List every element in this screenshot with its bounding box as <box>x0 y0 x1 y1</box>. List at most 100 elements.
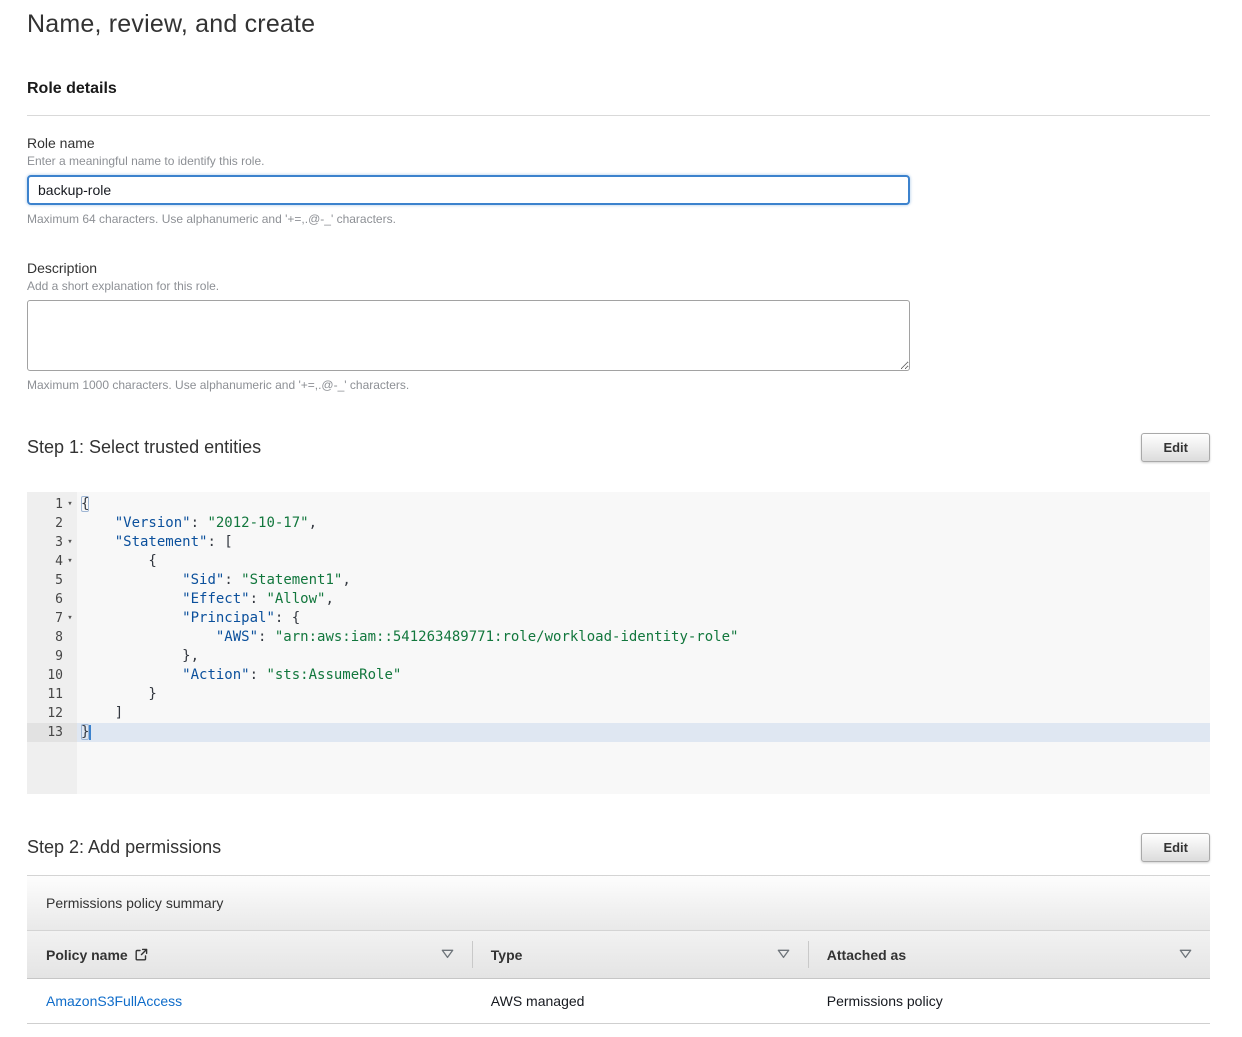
role-name-hint: Maximum 64 characters. Use alphanumeric … <box>27 212 1210 226</box>
step2-edit-button[interactable]: Edit <box>1141 833 1210 862</box>
filter-dropdown-icon[interactable] <box>1179 946 1192 964</box>
role-name-field-group: Role name Enter a meaningful name to ide… <box>27 135 1210 226</box>
code-line[interactable]: { <box>77 552 1210 571</box>
policy-name-column-label: Policy name <box>46 947 128 963</box>
fold-spacer <box>63 628 77 647</box>
type-cell: AWS managed <box>472 979 808 1023</box>
json-punctuation <box>81 629 216 645</box>
fold-caret-icon[interactable]: ▾ <box>63 495 77 514</box>
json-punctuation: : <box>258 629 275 645</box>
line-number: 6 <box>55 590 63 609</box>
code-line[interactable]: "Effect": "Allow", <box>77 590 1210 609</box>
json-key: "Principal" <box>182 610 275 626</box>
fold-spacer <box>63 685 77 704</box>
code-line[interactable]: "Principal": { <box>77 609 1210 628</box>
json-key: "Effect" <box>182 591 249 607</box>
code-line[interactable]: "Statement": [ <box>77 533 1210 552</box>
role-name-label: Role name <box>27 135 1210 151</box>
code-line[interactable]: }, <box>77 647 1210 666</box>
line-number: 11 <box>47 685 63 704</box>
policy-table-header: Policy name Type <box>27 931 1210 979</box>
attached-as-column-label: Attached as <box>827 947 906 963</box>
json-punctuation <box>81 572 182 588</box>
json-punctuation: : [ <box>207 534 232 550</box>
name-review-create-page: Name, review, and create Role details Ro… <box>0 0 1242 1024</box>
gutter-line: 12 <box>27 704 77 723</box>
type-column-label: Type <box>491 947 523 963</box>
filter-dropdown-icon[interactable] <box>441 946 454 964</box>
json-string: "2012-10-17" <box>207 515 308 531</box>
policy-name-column-header[interactable]: Policy name <box>27 931 472 978</box>
step2-heading: Step 2: Add permissions <box>27 837 221 858</box>
line-number: 2 <box>55 514 63 533</box>
json-punctuation: : <box>191 515 208 531</box>
json-string: "arn:aws:iam::541263489771:role/workload… <box>275 629 739 645</box>
line-number: 10 <box>47 666 63 685</box>
permissions-panel-title: Permissions policy summary <box>46 895 223 911</box>
step2-header-row: Step 2: Add permissions Edit <box>27 833 1210 862</box>
role-details-heading: Role details <box>27 80 1210 98</box>
table-row: AmazonS3FullAccess AWS managed Permissio… <box>27 979 1210 1024</box>
json-punctuation <box>81 667 182 683</box>
fold-caret-icon[interactable]: ▾ <box>63 533 77 552</box>
code-line[interactable]: { <box>77 495 1210 514</box>
description-hint: Maximum 1000 characters. Use alphanumeri… <box>27 378 1210 392</box>
role-name-helper: Enter a meaningful name to identify this… <box>27 154 1210 168</box>
line-number: 5 <box>55 571 63 590</box>
type-column-header[interactable]: Type <box>472 931 808 978</box>
permissions-panel-header: Permissions policy summary <box>27 876 1210 931</box>
json-punctuation: } <box>81 724 89 740</box>
code-line[interactable]: } <box>77 685 1210 704</box>
attached-as-column-header[interactable]: Attached as <box>808 931 1210 978</box>
filter-dropdown-icon[interactable] <box>777 946 790 964</box>
description-textarea[interactable] <box>27 300 910 371</box>
gutter-line: 13 <box>27 723 77 742</box>
json-key: "AWS" <box>216 629 258 645</box>
code-line[interactable]: } <box>77 723 1210 742</box>
json-punctuation: , <box>342 572 350 588</box>
description-label: Description <box>27 260 1210 276</box>
trust-policy-editor[interactable]: 1▾23▾4▾567▾8910111213 { "Version": "2012… <box>27 492 1210 794</box>
line-number: 8 <box>55 628 63 647</box>
policy-name-link[interactable]: AmazonS3FullAccess <box>46 993 182 1009</box>
gutter-line: 9 <box>27 647 77 666</box>
code-line[interactable]: "Version": "2012-10-17", <box>77 514 1210 533</box>
fold-caret-icon[interactable]: ▾ <box>63 552 77 571</box>
gutter-line: 6 <box>27 590 77 609</box>
code-line[interactable]: "Sid": "Statement1", <box>77 571 1210 590</box>
line-number: 3 <box>55 533 63 552</box>
json-key: "Version" <box>115 515 191 531</box>
gutter-line: 3▾ <box>27 533 77 552</box>
json-punctuation: , <box>309 515 317 531</box>
line-number: 7 <box>55 609 63 628</box>
step1-heading: Step 1: Select trusted entities <box>27 437 261 458</box>
description-helper: Add a short explanation for this role. <box>27 279 1210 293</box>
fold-spacer <box>63 514 77 533</box>
column-separator <box>472 941 473 968</box>
json-key: "Sid" <box>182 572 224 588</box>
fold-caret-icon[interactable]: ▾ <box>63 609 77 628</box>
json-punctuation: : <box>250 591 267 607</box>
json-punctuation: , <box>325 591 333 607</box>
role-name-input[interactable] <box>27 175 910 205</box>
json-punctuation <box>81 610 182 626</box>
text-cursor <box>89 725 91 740</box>
json-string: "Statement1" <box>241 572 342 588</box>
gutter-line: 8 <box>27 628 77 647</box>
gutter-line: 5 <box>27 571 77 590</box>
json-punctuation: : <box>250 667 267 683</box>
attached-as-cell: Permissions policy <box>808 979 1210 1023</box>
step1-edit-button[interactable]: Edit <box>1141 433 1210 462</box>
fold-spacer <box>63 571 77 590</box>
fold-spacer <box>63 704 77 723</box>
code-line[interactable]: ] <box>77 704 1210 723</box>
code-line[interactable]: "Action": "sts:AssumeRole" <box>77 666 1210 685</box>
fold-spacer <box>63 723 77 742</box>
code-line[interactable]: "AWS": "arn:aws:iam::541263489771:role/w… <box>77 628 1210 647</box>
json-punctuation: { <box>81 496 89 512</box>
json-punctuation <box>81 534 115 550</box>
step1-header-row: Step 1: Select trusted entities Edit <box>27 433 1210 462</box>
external-link-icon <box>135 948 148 961</box>
json-string: "Allow" <box>266 591 325 607</box>
editor-code-area[interactable]: { "Version": "2012-10-17", "Statement": … <box>77 492 1210 794</box>
